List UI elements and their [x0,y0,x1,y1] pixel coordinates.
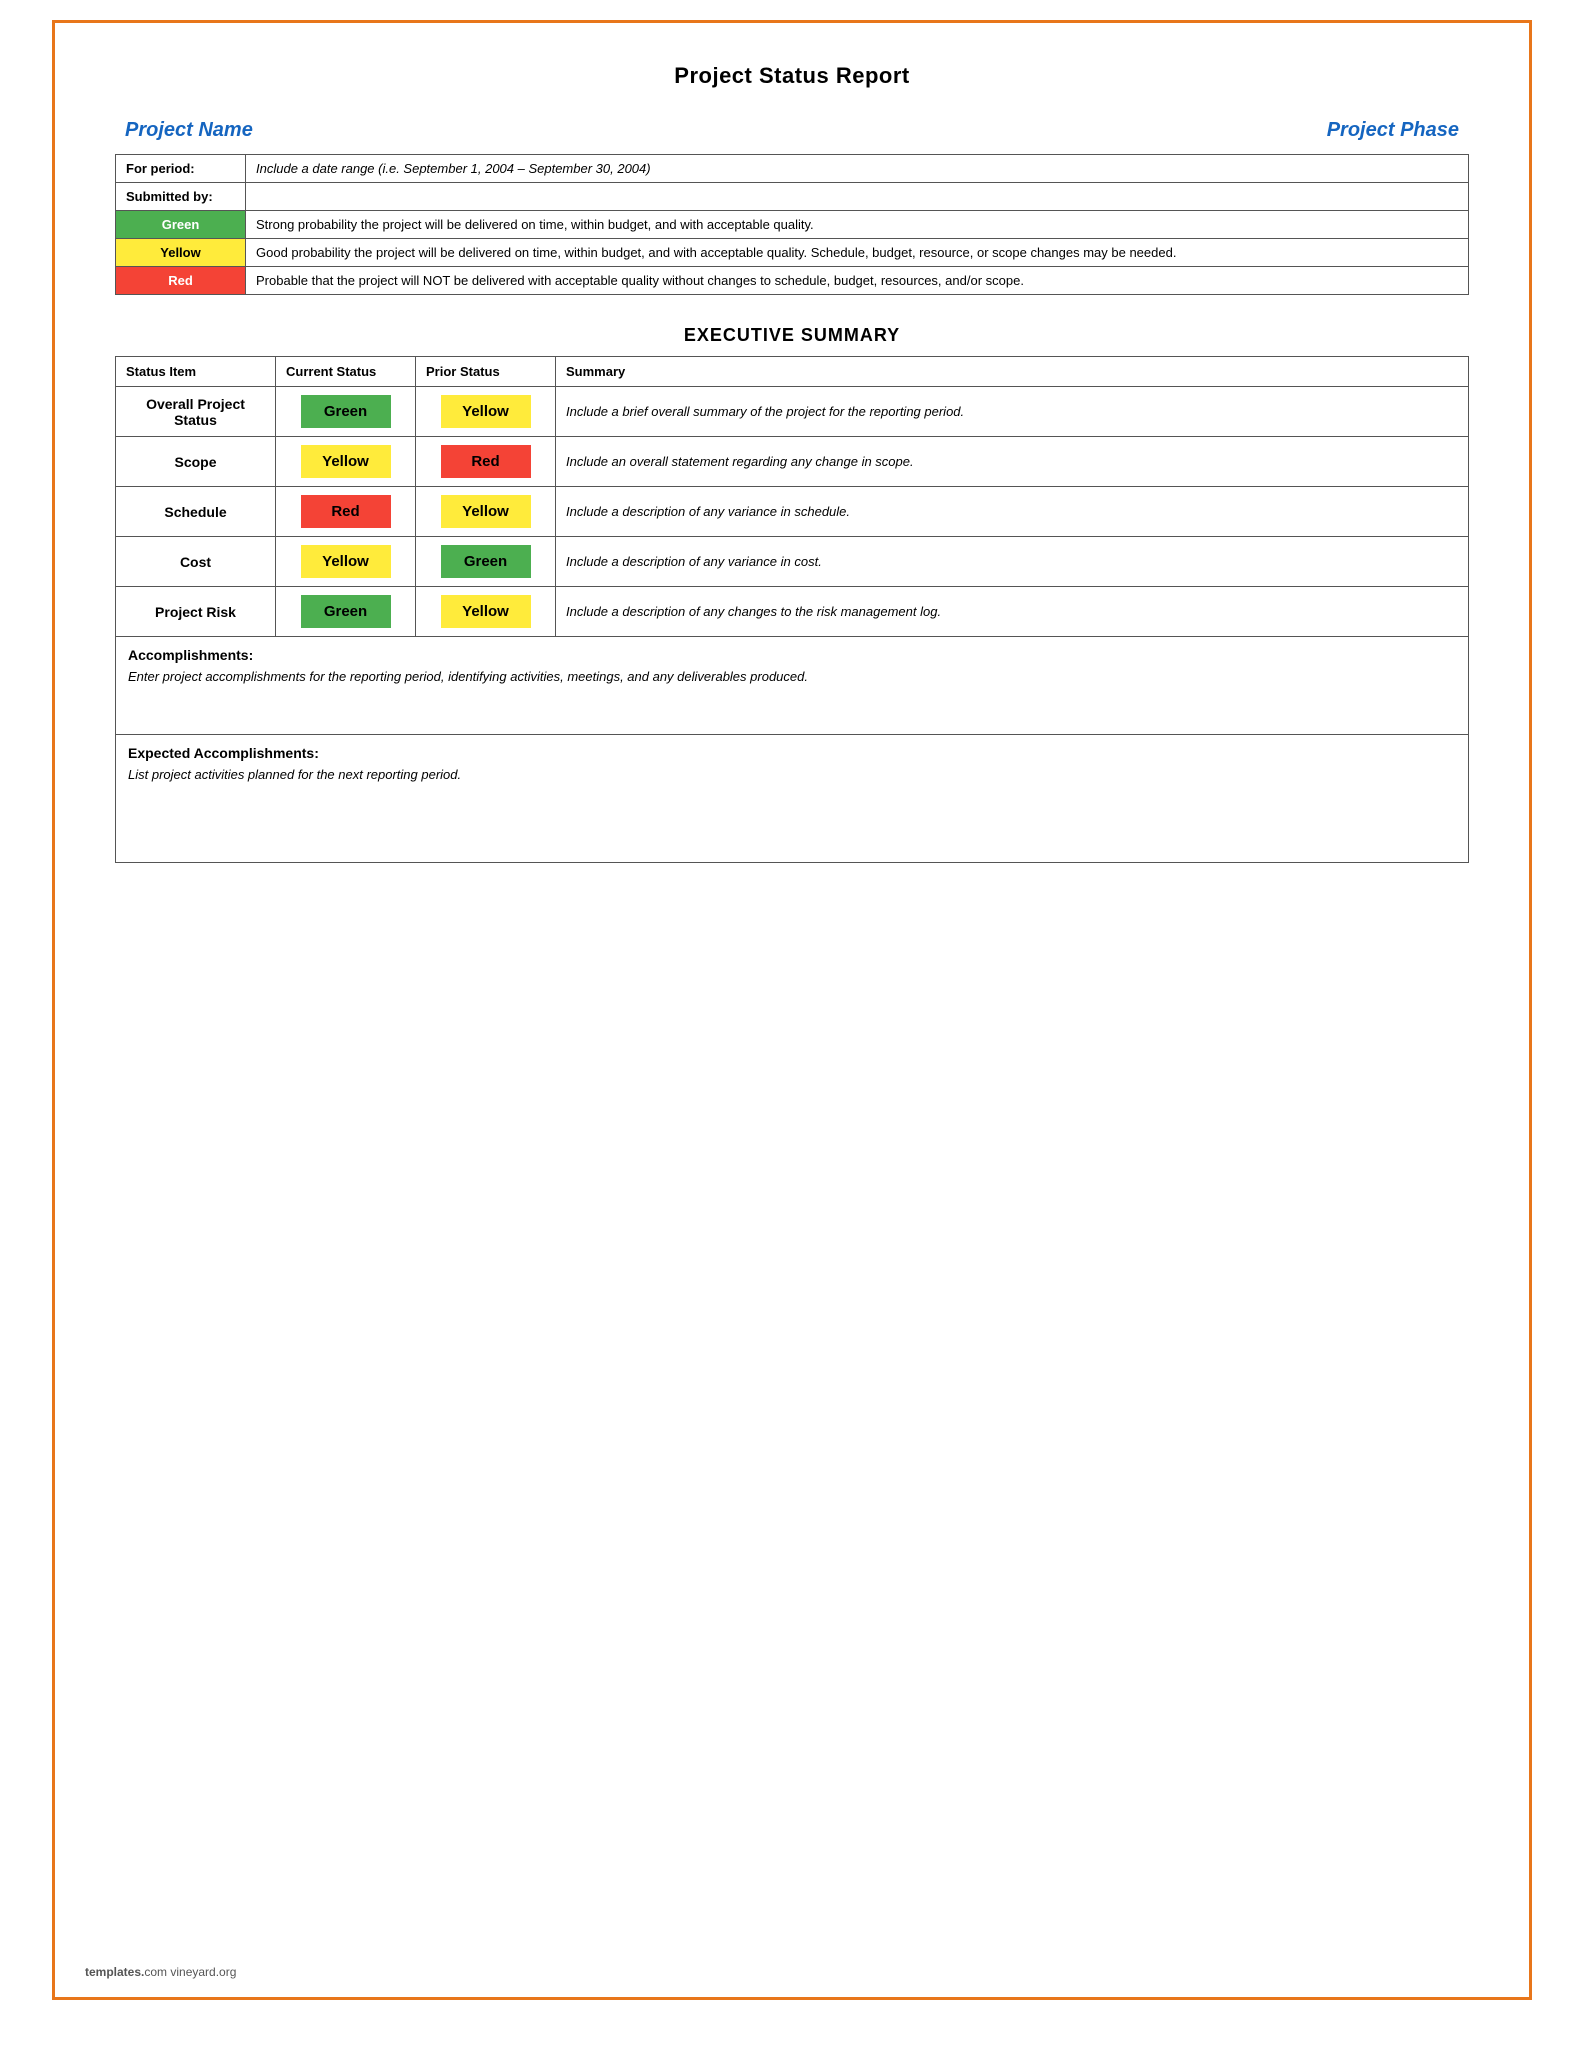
accomplishments-text: Enter project accomplishments for the re… [128,669,1456,684]
exec-row-item: Overall ProjectStatus [116,387,276,437]
page-border: Project Status Report Project Name Proje… [52,20,1532,2000]
exec-row: Project RiskGreenYellowInclude a descrip… [116,587,1469,637]
exec-row-summary: Include a description of any variance in… [556,537,1469,587]
exec-row: CostYellowGreenInclude a description of … [116,537,1469,587]
accomplishments-section: Accomplishments: Enter project accomplis… [115,637,1469,735]
exec-row-summary: Include an overall statement regarding a… [556,437,1469,487]
exec-row-item: Schedule [116,487,276,537]
for-period-value: Include a date range (i.e. September 1, … [246,155,1469,183]
exec-row-item: Project Risk [116,587,276,637]
exec-table-header-row: Status Item Current Status Prior Status … [116,357,1469,387]
exec-row-prior: Yellow [416,587,556,637]
expected-accomplishments-section: Expected Accomplishments: List project a… [115,735,1469,863]
red-legend-description: Probable that the project will NOT be de… [246,267,1469,295]
accomplishments-title: Accomplishments: [128,647,1456,663]
exec-row-current: Yellow [276,437,416,487]
legend-green-row: Green Strong probability the project wil… [116,211,1469,239]
project-header: Project Name Project Phase [115,119,1469,142]
expected-accomplishments-text: List project activities planned for the … [128,767,1456,782]
red-legend-badge: Red [116,267,246,295]
page-title: Project Status Report [115,63,1469,89]
exec-row-current: Green [276,387,416,437]
yellow-legend-badge: Yellow [116,239,246,267]
for-period-row: For period: Include a date range (i.e. S… [116,155,1469,183]
footer: templates.com vineyard.org [85,1965,236,1979]
col-summary: Summary [556,357,1469,387]
project-name-label: Project Name [125,119,253,142]
yellow-legend-description: Good probability the project will be del… [246,239,1469,267]
footer-text3: vineyard.org [167,1965,236,1979]
expected-accomplishments-title: Expected Accomplishments: [128,745,1456,761]
project-phase-label: Project Phase [1327,119,1459,142]
exec-row-summary: Include a description of any variance in… [556,487,1469,537]
info-table: For period: Include a date range (i.e. S… [115,154,1469,295]
exec-row: Overall ProjectStatusGreenYellowInclude … [116,387,1469,437]
footer-text1: templates. [85,1965,144,1979]
for-period-label: For period: [116,155,246,183]
executive-summary-table: Status Item Current Status Prior Status … [115,356,1469,637]
col-status-item: Status Item [116,357,276,387]
col-current-status: Current Status [276,357,416,387]
submitted-by-row: Submitted by: [116,183,1469,211]
submitted-by-label: Submitted by: [116,183,246,211]
exec-row-current: Red [276,487,416,537]
green-legend-badge: Green [116,211,246,239]
exec-row-prior: Green [416,537,556,587]
executive-summary-title: EXECUTIVE SUMMARY [115,325,1469,346]
exec-row: ScheduleRedYellowInclude a description o… [116,487,1469,537]
legend-red-row: Red Probable that the project will NOT b… [116,267,1469,295]
exec-row-prior: Yellow [416,387,556,437]
exec-row-current: Yellow [276,537,416,587]
exec-row-item: Scope [116,437,276,487]
exec-row: ScopeYellowRedInclude an overall stateme… [116,437,1469,487]
col-prior-status: Prior Status [416,357,556,387]
exec-row-summary: Include a brief overall summary of the p… [556,387,1469,437]
exec-row-prior: Yellow [416,487,556,537]
green-legend-description: Strong probability the project will be d… [246,211,1469,239]
submitted-by-value [246,183,1469,211]
exec-row-item: Cost [116,537,276,587]
footer-text2: com [144,1965,167,1979]
exec-row-current: Green [276,587,416,637]
exec-row-prior: Red [416,437,556,487]
legend-yellow-row: Yellow Good probability the project will… [116,239,1469,267]
exec-row-summary: Include a description of any changes to … [556,587,1469,637]
